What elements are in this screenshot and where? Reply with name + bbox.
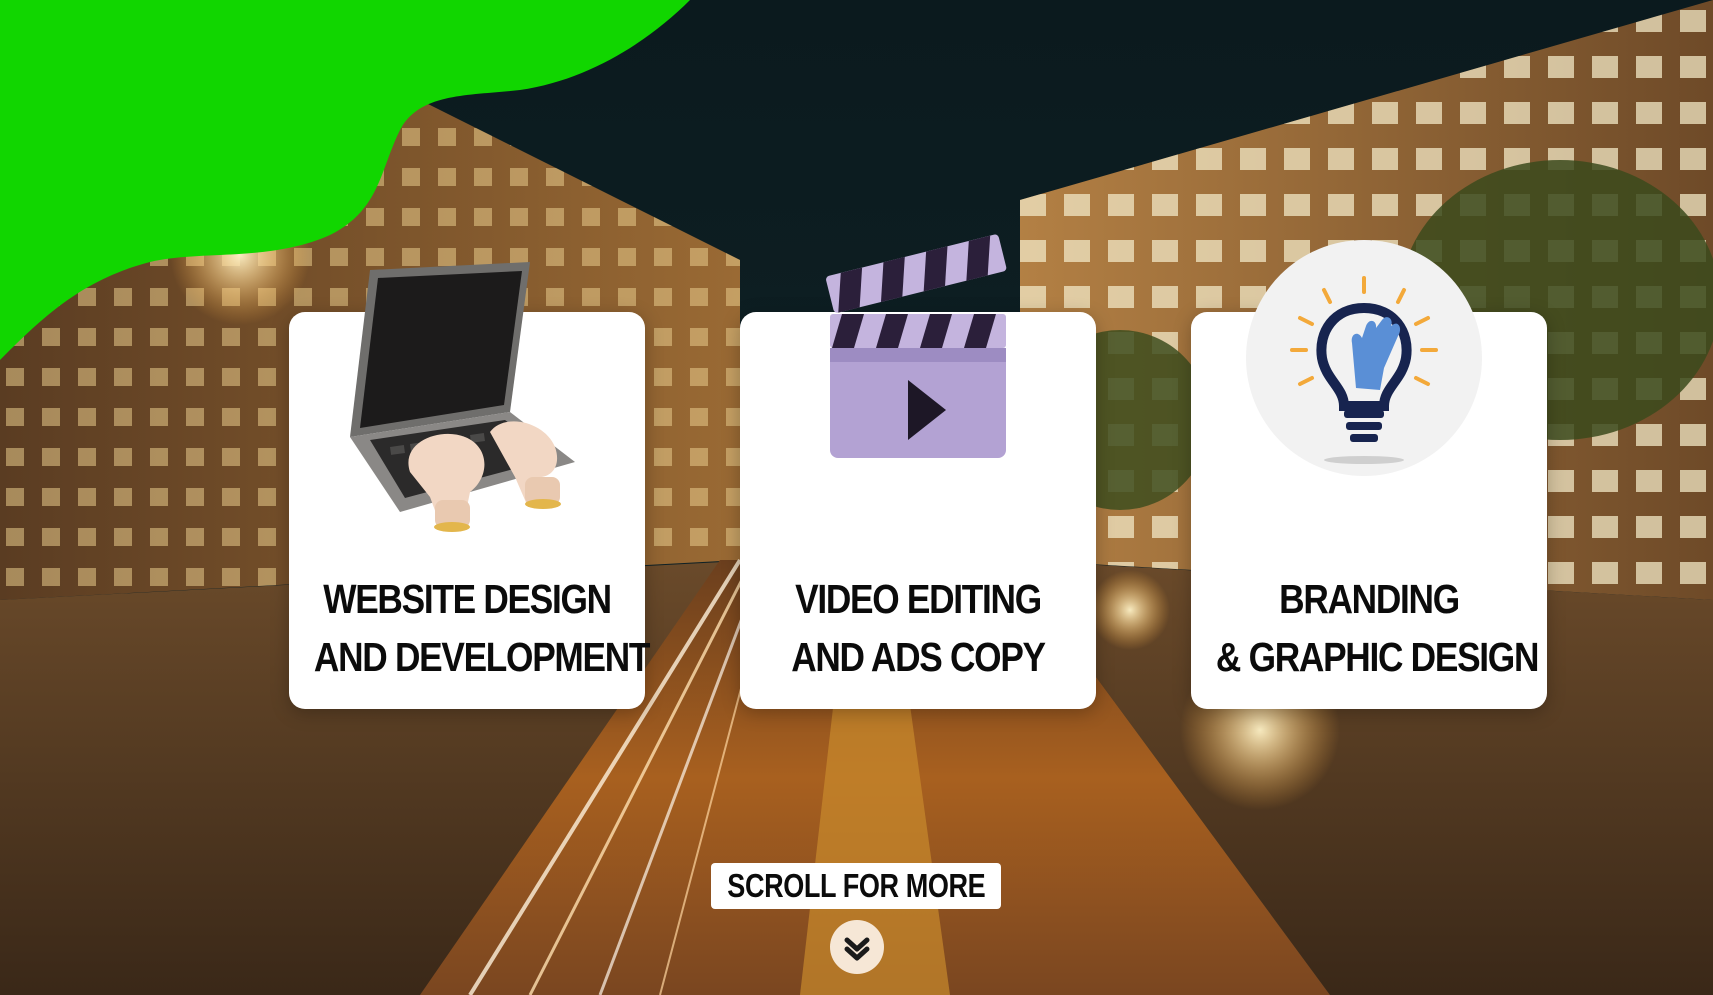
service-title: WEBSITE DESIGN AND DEVELOPMENT bbox=[313, 570, 651, 686]
service-title-line1: WEBSITE DESIGN bbox=[323, 576, 612, 622]
service-title: VIDEO EDITING AND ADS COPY bbox=[765, 570, 1071, 686]
scroll-label: SCROLL FOR MORE bbox=[727, 867, 985, 904]
service-title-line1: VIDEO EDITING bbox=[795, 576, 1042, 622]
service-title-line2: AND ADS COPY bbox=[791, 634, 1046, 680]
scroll-for-more-button[interactable]: SCROLL FOR MORE bbox=[711, 863, 1001, 909]
service-title-line2: AND DEVELOPMENT bbox=[313, 634, 651, 680]
double-chevron-down-icon[interactable] bbox=[830, 920, 884, 974]
clapperboard-icon bbox=[826, 234, 1007, 458]
lightbulb-hand-icon bbox=[1246, 240, 1482, 476]
service-title-line1: BRANDING bbox=[1279, 576, 1460, 622]
service-title: BRANDING & GRAPHIC DESIGN bbox=[1215, 570, 1539, 686]
laptop-typing-icon bbox=[350, 262, 575, 532]
service-title-line2: & GRAPHIC DESIGN bbox=[1215, 634, 1539, 680]
